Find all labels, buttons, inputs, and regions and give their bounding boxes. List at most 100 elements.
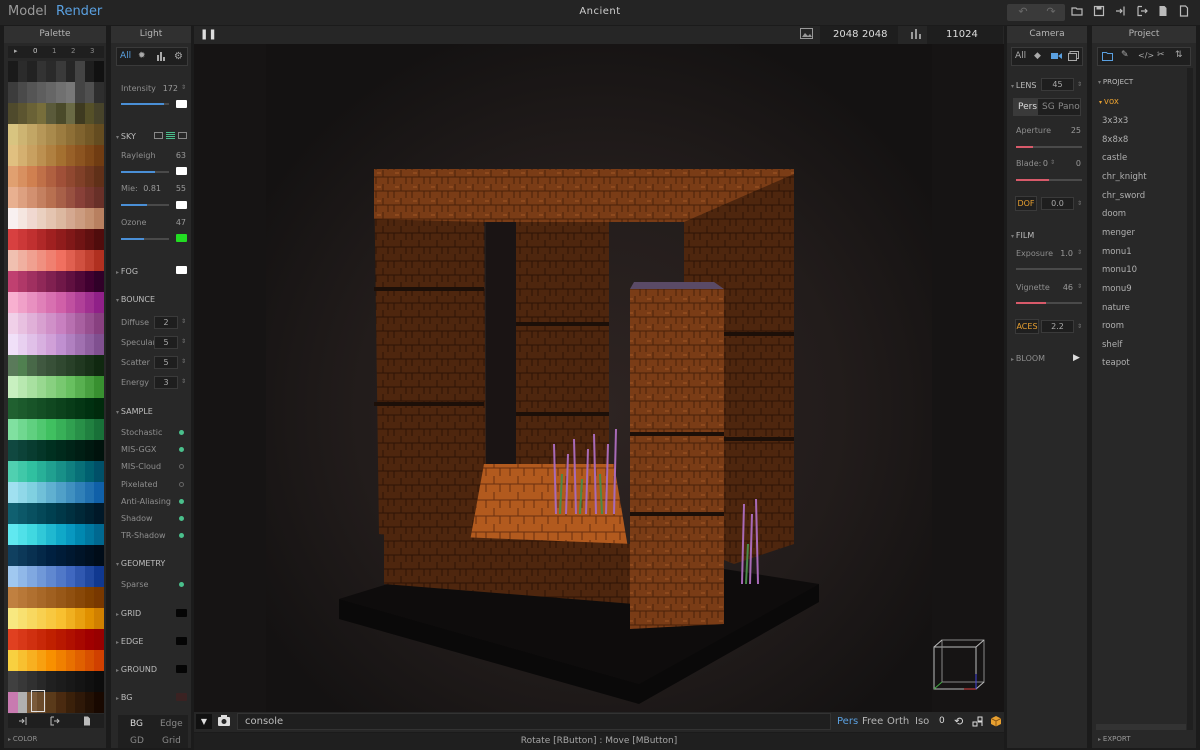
tab-edge[interactable]: Edge — [160, 719, 183, 729]
render-width[interactable]: 2048 — [833, 29, 858, 40]
blade-value-1[interactable]: 0 — [1036, 159, 1048, 168]
palette-swatch[interactable] — [27, 250, 37, 272]
palette-swatch[interactable] — [65, 376, 76, 398]
palette-swatch[interactable] — [17, 103, 28, 125]
palette-swatch[interactable] — [8, 460, 18, 482]
palette-swatch[interactable] — [27, 61, 37, 83]
palette-swatch[interactable] — [36, 334, 47, 356]
palette-swatch[interactable] — [75, 229, 85, 251]
palette-swatch[interactable] — [75, 607, 85, 629]
bounce-diffuse-value[interactable]: 2 — [154, 316, 178, 329]
palette-swatch[interactable] — [27, 229, 37, 251]
palette-swatch[interactable] — [75, 460, 85, 482]
aces-toggle[interactable]: ACES — [1015, 319, 1039, 334]
histogram-icon[interactable] — [156, 51, 166, 61]
palette-swatch[interactable] — [75, 376, 85, 398]
bloom-section[interactable]: ▸ BLOOM — [1011, 354, 1045, 363]
project-file-item[interactable]: teapot — [1102, 358, 1130, 368]
folder-icon[interactable] — [1102, 52, 1113, 61]
palette-swatch[interactable] — [46, 628, 56, 650]
new-file-icon[interactable] — [1157, 5, 1173, 17]
palette-swatch[interactable] — [36, 586, 47, 608]
palette-swatch[interactable] — [8, 145, 18, 167]
palette-swatch[interactable] — [94, 544, 104, 566]
palette-swatch[interactable] — [84, 166, 95, 188]
palette-swatch[interactable] — [27, 649, 37, 671]
palette-swatch[interactable] — [8, 481, 18, 503]
palette-swatch[interactable] — [75, 355, 85, 377]
palette-swatch[interactable] — [27, 145, 37, 167]
palette-swatch[interactable] — [56, 271, 66, 293]
code-icon[interactable]: </> — [1138, 51, 1154, 60]
palette-swatch[interactable] — [75, 502, 85, 524]
proj-orth[interactable]: Orth — [887, 716, 909, 727]
mie-value-1[interactable]: 0.81 — [141, 184, 161, 193]
palette-swatch[interactable] — [8, 376, 18, 398]
exposure-value[interactable]: 1.0 — [1053, 249, 1073, 258]
aces-stepper-icon[interactable]: ⇕ — [1077, 323, 1082, 330]
palette-swatch[interactable] — [65, 82, 76, 104]
palette-swatch[interactable] — [27, 418, 37, 440]
palette-swatch[interactable] — [27, 292, 37, 314]
gallery-icon[interactable] — [1068, 51, 1079, 61]
ozone-slider[interactable] — [121, 238, 169, 240]
palette-swatch[interactable] — [56, 229, 66, 251]
object-cube-icon[interactable]: ◆ — [1034, 51, 1041, 61]
palette-swatch[interactable] — [17, 292, 28, 314]
palette-swatch[interactable] — [65, 586, 76, 608]
palette-swatch[interactable] — [36, 607, 47, 629]
file-icon[interactable] — [1178, 5, 1194, 17]
render-height[interactable]: 2048 — [862, 29, 887, 40]
palette-swatch[interactable] — [17, 544, 28, 566]
edge-section[interactable]: ▸ EDGE — [116, 637, 143, 646]
palette-swatch[interactable] — [17, 481, 28, 503]
palette-swatch[interactable] — [36, 565, 47, 587]
mie-slider[interactable] — [121, 204, 169, 206]
palette-swatch[interactable] — [46, 544, 56, 566]
palette-swatch[interactable] — [56, 628, 66, 650]
palette-swatch[interactable] — [27, 439, 37, 461]
palette-swatch[interactable] — [65, 187, 76, 209]
palette-swatch[interactable] — [8, 271, 18, 293]
palette-swatch[interactable] — [56, 334, 66, 356]
palette-swatch[interactable] — [46, 313, 56, 335]
palette-swatch[interactable] — [75, 313, 85, 335]
palette-swatch[interactable] — [94, 229, 104, 251]
palette-swatch[interactable] — [27, 187, 37, 209]
palette-swatch[interactable] — [17, 61, 28, 83]
project-file-item[interactable]: chr_knight — [1102, 172, 1147, 182]
palette-swatch[interactable] — [27, 397, 37, 419]
palette-swatch[interactable] — [8, 397, 18, 419]
palette-swatch[interactable] — [46, 586, 56, 608]
sample-anti-aliasing-toggle[interactable] — [179, 498, 184, 504]
palette-swatch[interactable] — [8, 565, 18, 587]
project-file-item[interactable]: doom — [1102, 209, 1126, 219]
palette-swatch[interactable] — [65, 670, 76, 692]
bounce-energy-value[interactable]: 3 — [154, 376, 178, 389]
palette-swatch[interactable] — [94, 670, 104, 692]
palette-swatch[interactable] — [94, 481, 104, 503]
palette-swatch[interactable] — [94, 628, 104, 650]
palette-swatch[interactable] — [56, 82, 66, 104]
palette-swatch[interactable] — [46, 565, 56, 587]
palette-swatch[interactable] — [36, 670, 47, 692]
tools-icon[interactable]: ✂ — [1157, 50, 1165, 60]
palette-swatch[interactable] — [65, 61, 76, 83]
sky-section[interactable]: ▾ SKY — [116, 132, 136, 141]
vignette-stepper-icon[interactable]: ⇕ — [1077, 283, 1082, 290]
bloom-play-icon[interactable]: ▶ — [1073, 353, 1080, 363]
palette-swatch[interactable] — [27, 313, 37, 335]
palette-swatch[interactable] — [84, 250, 95, 272]
palette-swatch[interactable] — [65, 544, 76, 566]
palette-swatch[interactable] — [65, 439, 76, 461]
palette-swatch[interactable] — [56, 523, 66, 545]
palette-swatch[interactable] — [17, 607, 28, 629]
palette-swatch[interactable] — [56, 544, 66, 566]
edge-color-swatch[interactable] — [176, 637, 187, 645]
palette-swatch[interactable] — [46, 82, 56, 104]
ozone-color-swatch[interactable] — [176, 234, 187, 242]
palette-swatch[interactable] — [75, 61, 85, 83]
blade-slider[interactable] — [1016, 179, 1082, 181]
tab-grid[interactable]: Grid — [162, 736, 181, 746]
sky-mode-gradient-icon[interactable] — [166, 132, 175, 139]
